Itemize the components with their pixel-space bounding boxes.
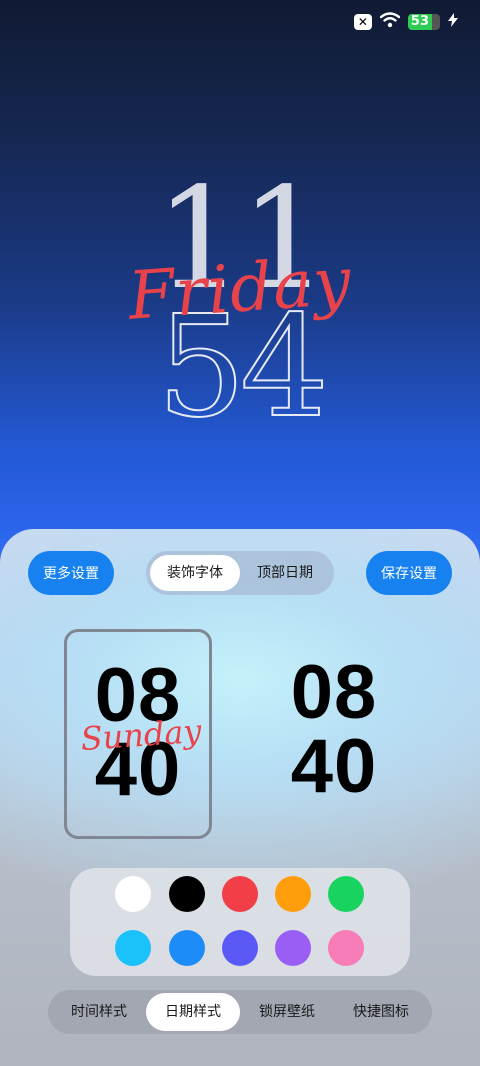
status-bar: ✕ 53 bbox=[353, 12, 458, 32]
style-preview-plain[interactable]: 08 40 bbox=[260, 629, 408, 839]
tab-time-style[interactable]: 时间样式 bbox=[52, 993, 146, 1031]
bottom-tab-bar: 时间样式 日期样式 锁屏壁纸 快捷图标 bbox=[48, 990, 432, 1034]
wifi-icon bbox=[379, 12, 401, 32]
segment-decorative-font[interactable]: 装饰字体 bbox=[150, 555, 240, 591]
color-swatch-pink[interactable] bbox=[328, 930, 364, 966]
color-swatch-indigo[interactable] bbox=[222, 930, 258, 966]
color-swatch-purple[interactable] bbox=[275, 930, 311, 966]
settings-panel: 更多设置 装饰字体 顶部日期 保存设置 08 40 Sunday 08 40 时… bbox=[0, 529, 480, 1066]
color-swatch-cyan[interactable] bbox=[115, 930, 151, 966]
battery-indicator: 53 bbox=[407, 14, 440, 30]
segment-top-date[interactable]: 顶部日期 bbox=[240, 555, 330, 591]
bolt-icon bbox=[448, 13, 458, 31]
save-settings-button[interactable]: 保存设置 bbox=[366, 551, 452, 595]
color-swatch-green[interactable] bbox=[328, 876, 364, 912]
battery-level: 53 bbox=[407, 14, 432, 30]
tab-lock-wallpaper[interactable]: 锁屏壁纸 bbox=[240, 993, 334, 1031]
color-swatch-white[interactable] bbox=[115, 876, 151, 912]
preview-minute: 40 bbox=[290, 724, 378, 809]
color-swatch-orange[interactable] bbox=[275, 876, 311, 912]
font-segment-control: 装饰字体 顶部日期 bbox=[146, 551, 334, 595]
color-swatch-blue[interactable] bbox=[169, 930, 205, 966]
style-preview-decorative[interactable]: 08 40 Sunday bbox=[64, 629, 212, 839]
preview-hour: 08 bbox=[290, 650, 378, 735]
color-palette bbox=[70, 868, 410, 976]
color-swatch-red[interactable] bbox=[222, 876, 258, 912]
tab-date-style[interactable]: 日期样式 bbox=[146, 993, 240, 1031]
color-swatch-black[interactable] bbox=[169, 876, 205, 912]
lockscreen-clock: 11 54 Friday bbox=[0, 170, 480, 450]
more-settings-button[interactable]: 更多设置 bbox=[28, 551, 114, 595]
x-box-icon: ✕ bbox=[353, 14, 372, 30]
tab-shortcut-icons[interactable]: 快捷图标 bbox=[334, 993, 428, 1031]
